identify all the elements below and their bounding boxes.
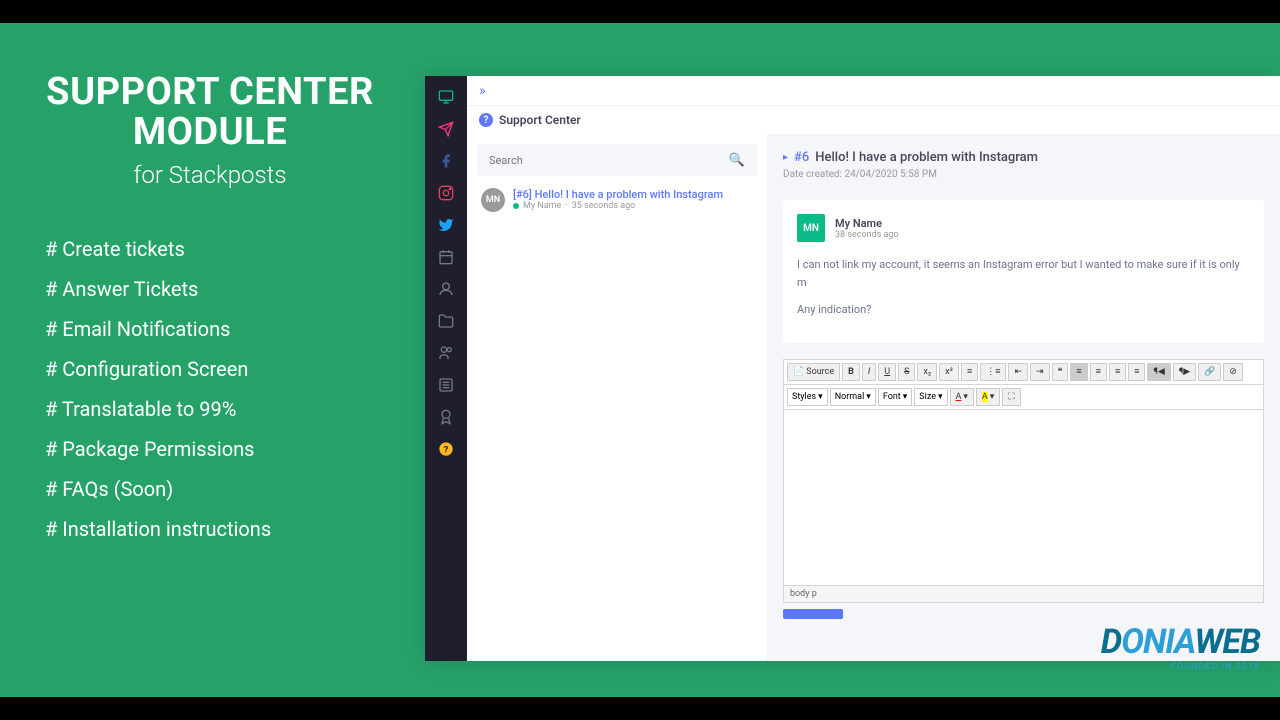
- text-color-button[interactable]: A ▾: [950, 388, 974, 406]
- send-bar: [783, 609, 1264, 619]
- message-card: MN My Name 38 seconds ago I can not link…: [783, 200, 1264, 343]
- align-justify-button[interactable]: ≡: [1128, 363, 1145, 381]
- app-sidebar: ?: [425, 76, 467, 661]
- numbered-list-button[interactable]: ≡: [961, 363, 978, 381]
- user-icon[interactable]: [437, 280, 455, 298]
- size-select[interactable]: Size ▾: [914, 388, 947, 406]
- main-content: SUPPORT CENTERMODULE for Stackposts # Cr…: [0, 23, 1280, 697]
- maximize-button[interactable]: ⛶: [1002, 388, 1020, 406]
- app-window: ? » ? Support Center 🔍 MN: [425, 76, 1280, 661]
- message-header: MN My Name 38 seconds ago: [797, 214, 1250, 242]
- ticket-list-item[interactable]: MN [#6] Hello! I have a problem with Ins…: [477, 176, 757, 224]
- twitter-icon[interactable]: [437, 216, 455, 234]
- feature-item: # Configuration Screen: [35, 349, 385, 389]
- ticket-detail-column: ▸ #6 Hello! I have a problem with Instag…: [767, 134, 1280, 661]
- svg-text:?: ?: [444, 444, 449, 455]
- promo-panel: SUPPORT CENTERMODULE for Stackposts # Cr…: [0, 23, 420, 697]
- list-icon[interactable]: [437, 376, 455, 394]
- users-icon[interactable]: [437, 344, 455, 362]
- align-right-button[interactable]: ≡: [1109, 363, 1126, 381]
- outdent-button[interactable]: ⇤: [1008, 363, 1028, 381]
- send-button[interactable]: [783, 609, 843, 619]
- indent-button[interactable]: ⇥: [1030, 363, 1050, 381]
- top-black-bar: [0, 0, 1280, 23]
- rtl-button[interactable]: ¶▶: [1173, 363, 1196, 381]
- italic-button[interactable]: I: [862, 363, 876, 381]
- search-icon[interactable]: 🔍: [729, 153, 745, 168]
- date-created: Date created: 24/04/2020 5:58 PM: [783, 169, 1264, 180]
- feature-item: # Create tickets: [35, 229, 385, 269]
- page-title-row: ? Support Center: [467, 106, 1280, 134]
- bottom-black-bar: [0, 697, 1280, 720]
- promo-subtitle: for Stackposts: [35, 161, 385, 189]
- page-title: Support Center: [499, 113, 581, 127]
- source-button[interactable]: 📄 Source: [787, 363, 840, 381]
- feature-item: # Package Permissions: [35, 429, 385, 469]
- search-box[interactable]: 🔍: [477, 144, 757, 176]
- message-time: 38 seconds ago: [835, 230, 899, 240]
- search-input[interactable]: [489, 154, 729, 167]
- subscript-button[interactable]: x₂: [917, 363, 937, 381]
- editor-toolbar-1: 📄 Source B I U S x₂ x² ≡ ⋮≡ ⇤ ⇥ ❝: [784, 360, 1263, 385]
- feature-item: # Translatable to 99%: [35, 389, 385, 429]
- ticket-avatar: MN: [481, 188, 505, 212]
- superscript-button[interactable]: x²: [939, 363, 959, 381]
- bold-button[interactable]: B: [842, 363, 860, 381]
- facebook-icon[interactable]: [437, 152, 455, 170]
- ticket-title: [#6] Hello! I have a problem with Instag…: [513, 188, 723, 201]
- detail-header: ▸ #6 Hello! I have a problem with Instag…: [783, 150, 1264, 165]
- strike-button[interactable]: S: [898, 363, 915, 381]
- editor-path: body p: [784, 585, 1263, 602]
- editor-textarea[interactable]: [784, 410, 1263, 585]
- ticket-meta: My Name · 35 seconds ago: [513, 201, 723, 211]
- align-center-button[interactable]: ≡: [1090, 363, 1107, 381]
- caret-icon: ▸: [783, 152, 788, 163]
- ltr-button[interactable]: ¶◀: [1147, 363, 1170, 381]
- app-topbar: »: [467, 76, 1280, 106]
- align-left-button[interactable]: ≡: [1070, 363, 1087, 381]
- calendar-icon[interactable]: [437, 248, 455, 266]
- ticket-number: #6: [794, 150, 809, 165]
- editor-toolbar-2: Styles ▾ Normal ▾ Font ▾ Size ▾ A ▾ A ▾ …: [784, 385, 1263, 410]
- reply-editor: 📄 Source B I U S x₂ x² ≡ ⋮≡ ⇤ ⇥ ❝: [783, 359, 1264, 603]
- help-icon[interactable]: ?: [437, 440, 455, 458]
- folder-icon[interactable]: [437, 312, 455, 330]
- send-icon[interactable]: [437, 120, 455, 138]
- brand-logo: DONIAWEB FOUNDED IN 2018: [1101, 622, 1260, 672]
- monitor-icon[interactable]: [437, 88, 455, 106]
- unlink-button[interactable]: ⊘: [1223, 363, 1243, 381]
- format-select[interactable]: Normal ▾: [830, 388, 876, 406]
- instagram-icon[interactable]: [437, 184, 455, 202]
- quote-button[interactable]: ❝: [1052, 363, 1069, 381]
- feature-item: # Email Notifications: [35, 309, 385, 349]
- bg-color-button[interactable]: A ▾: [976, 388, 1000, 406]
- message-author: My Name: [835, 217, 899, 230]
- bullet-list-button[interactable]: ⋮≡: [980, 363, 1006, 381]
- feature-item: # Installation instructions: [35, 509, 385, 549]
- ticket-detail-title: Hello! I have a problem with Instagram: [815, 150, 1038, 165]
- app-content: » ? Support Center 🔍 MN [#6] Hello! I ha…: [467, 76, 1280, 661]
- promo-title: SUPPORT CENTERMODULE: [35, 73, 385, 153]
- font-select[interactable]: Font ▾: [878, 388, 912, 406]
- link-button[interactable]: 🔗: [1198, 363, 1221, 381]
- styles-select[interactable]: Styles ▾: [787, 388, 828, 406]
- ticket-list-column: 🔍 MN [#6] Hello! I have a problem with I…: [467, 134, 767, 661]
- expand-icon[interactable]: »: [479, 83, 486, 99]
- badge-icon[interactable]: [437, 408, 455, 426]
- status-dot: [513, 203, 519, 209]
- feature-item: # FAQs (Soon): [35, 469, 385, 509]
- columns: 🔍 MN [#6] Hello! I have a problem with I…: [467, 134, 1280, 661]
- message-avatar: MN: [797, 214, 825, 242]
- feature-item: # Answer Tickets: [35, 269, 385, 309]
- message-body: I can not link my account, it seems an I…: [797, 256, 1250, 319]
- question-icon: ?: [479, 113, 493, 127]
- underline-button[interactable]: U: [878, 363, 896, 381]
